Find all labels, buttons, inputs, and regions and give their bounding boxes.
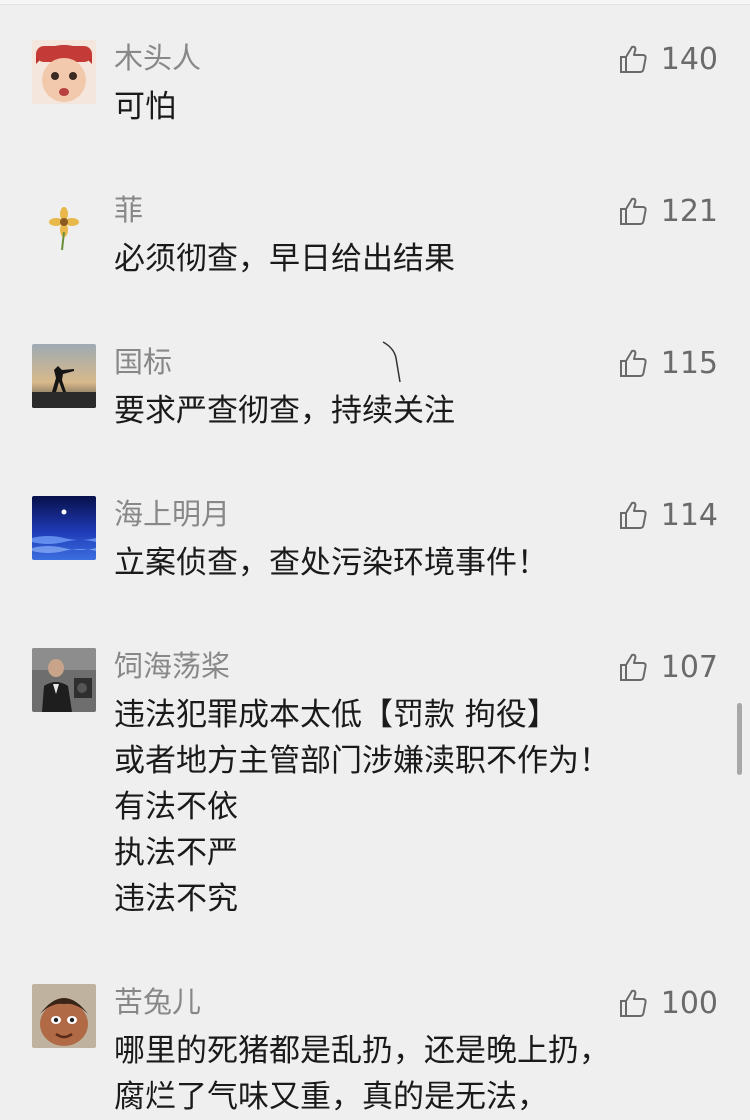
comment-body: 要求严查彻查，持续关注: [114, 388, 455, 434]
like-button[interactable]: 140: [617, 40, 718, 78]
comment-username[interactable]: 苦兔儿: [114, 984, 201, 1020]
comment-body: 必须彻查，早日给出结果: [114, 236, 455, 282]
comment-line: 执法不严: [114, 835, 238, 871]
like-count: 100: [660, 985, 718, 1021]
comment-line: 必须彻查，早日给出结果: [114, 241, 455, 277]
like-button[interactable]: 100: [617, 984, 718, 1022]
like-button[interactable]: 107: [617, 648, 718, 686]
like-count: 107: [660, 649, 718, 685]
like-count: 140: [660, 41, 718, 77]
comment-line: 或者地方主管部门涉嫌渎职不作为！: [114, 743, 610, 779]
top-divider: [0, 0, 750, 5]
cartoon-avatar[interactable]: [32, 984, 96, 1048]
comment-body: 违法犯罪成本太低【罚款 拘役】 或者地方主管部门涉嫌渎职不作为！ 有法不依 执法…: [114, 692, 610, 922]
comment-line: 可怕: [114, 89, 176, 125]
like-button[interactable]: 121: [617, 192, 718, 230]
like-count: 115: [660, 345, 718, 381]
thumbs-up-icon: [619, 197, 647, 225]
flower-avatar[interactable]: [32, 192, 96, 256]
comment-body: 哪里的死猪都是乱扔，还是晚上扔， 腐烂了气味又重，真的是无法，: [114, 1028, 610, 1120]
vertical-scrollbar[interactable]: [737, 703, 742, 775]
comment-line: 要求严查彻查，持续关注: [114, 393, 455, 429]
comment-username[interactable]: 饲海荡桨: [114, 648, 230, 684]
comment-line: 有法不依: [114, 789, 238, 825]
comment-line: 违法不究: [114, 881, 238, 917]
baby-avatar[interactable]: [32, 40, 96, 104]
moon-sea-avatar[interactable]: [32, 496, 96, 560]
stray-mark: [382, 341, 401, 383]
person-photo-avatar[interactable]: [32, 648, 96, 712]
comment-username[interactable]: 国标: [114, 344, 172, 380]
thumbs-up-icon: [619, 45, 647, 73]
comment-line: 腐烂了气味又重，真的是无法，: [114, 1079, 548, 1115]
comment-line: 哪里的死猪都是乱扔，还是晚上扔，: [114, 1033, 610, 1069]
comment-username[interactable]: 海上明月: [114, 496, 230, 532]
like-button[interactable]: 114: [617, 496, 718, 534]
thumbs-up-icon: [619, 653, 647, 681]
comment-line: 立案侦查，查处污染环境事件！: [114, 545, 548, 581]
comment-body: 立案侦查，查处污染环境事件！: [114, 540, 548, 586]
thumbs-up-icon: [619, 349, 647, 377]
thumbs-up-icon: [619, 501, 647, 529]
comment-body: 可怕: [114, 84, 176, 130]
like-count: 121: [660, 193, 718, 229]
like-count: 114: [660, 497, 718, 533]
silhouette-avatar[interactable]: [32, 344, 96, 408]
comment-username[interactable]: 木头人: [114, 40, 201, 76]
like-button[interactable]: 115: [617, 344, 718, 382]
comment-username[interactable]: 菲: [114, 192, 143, 228]
thumbs-up-icon: [619, 989, 647, 1017]
comment-line: 违法犯罪成本太低【罚款 拘役】: [114, 697, 558, 733]
